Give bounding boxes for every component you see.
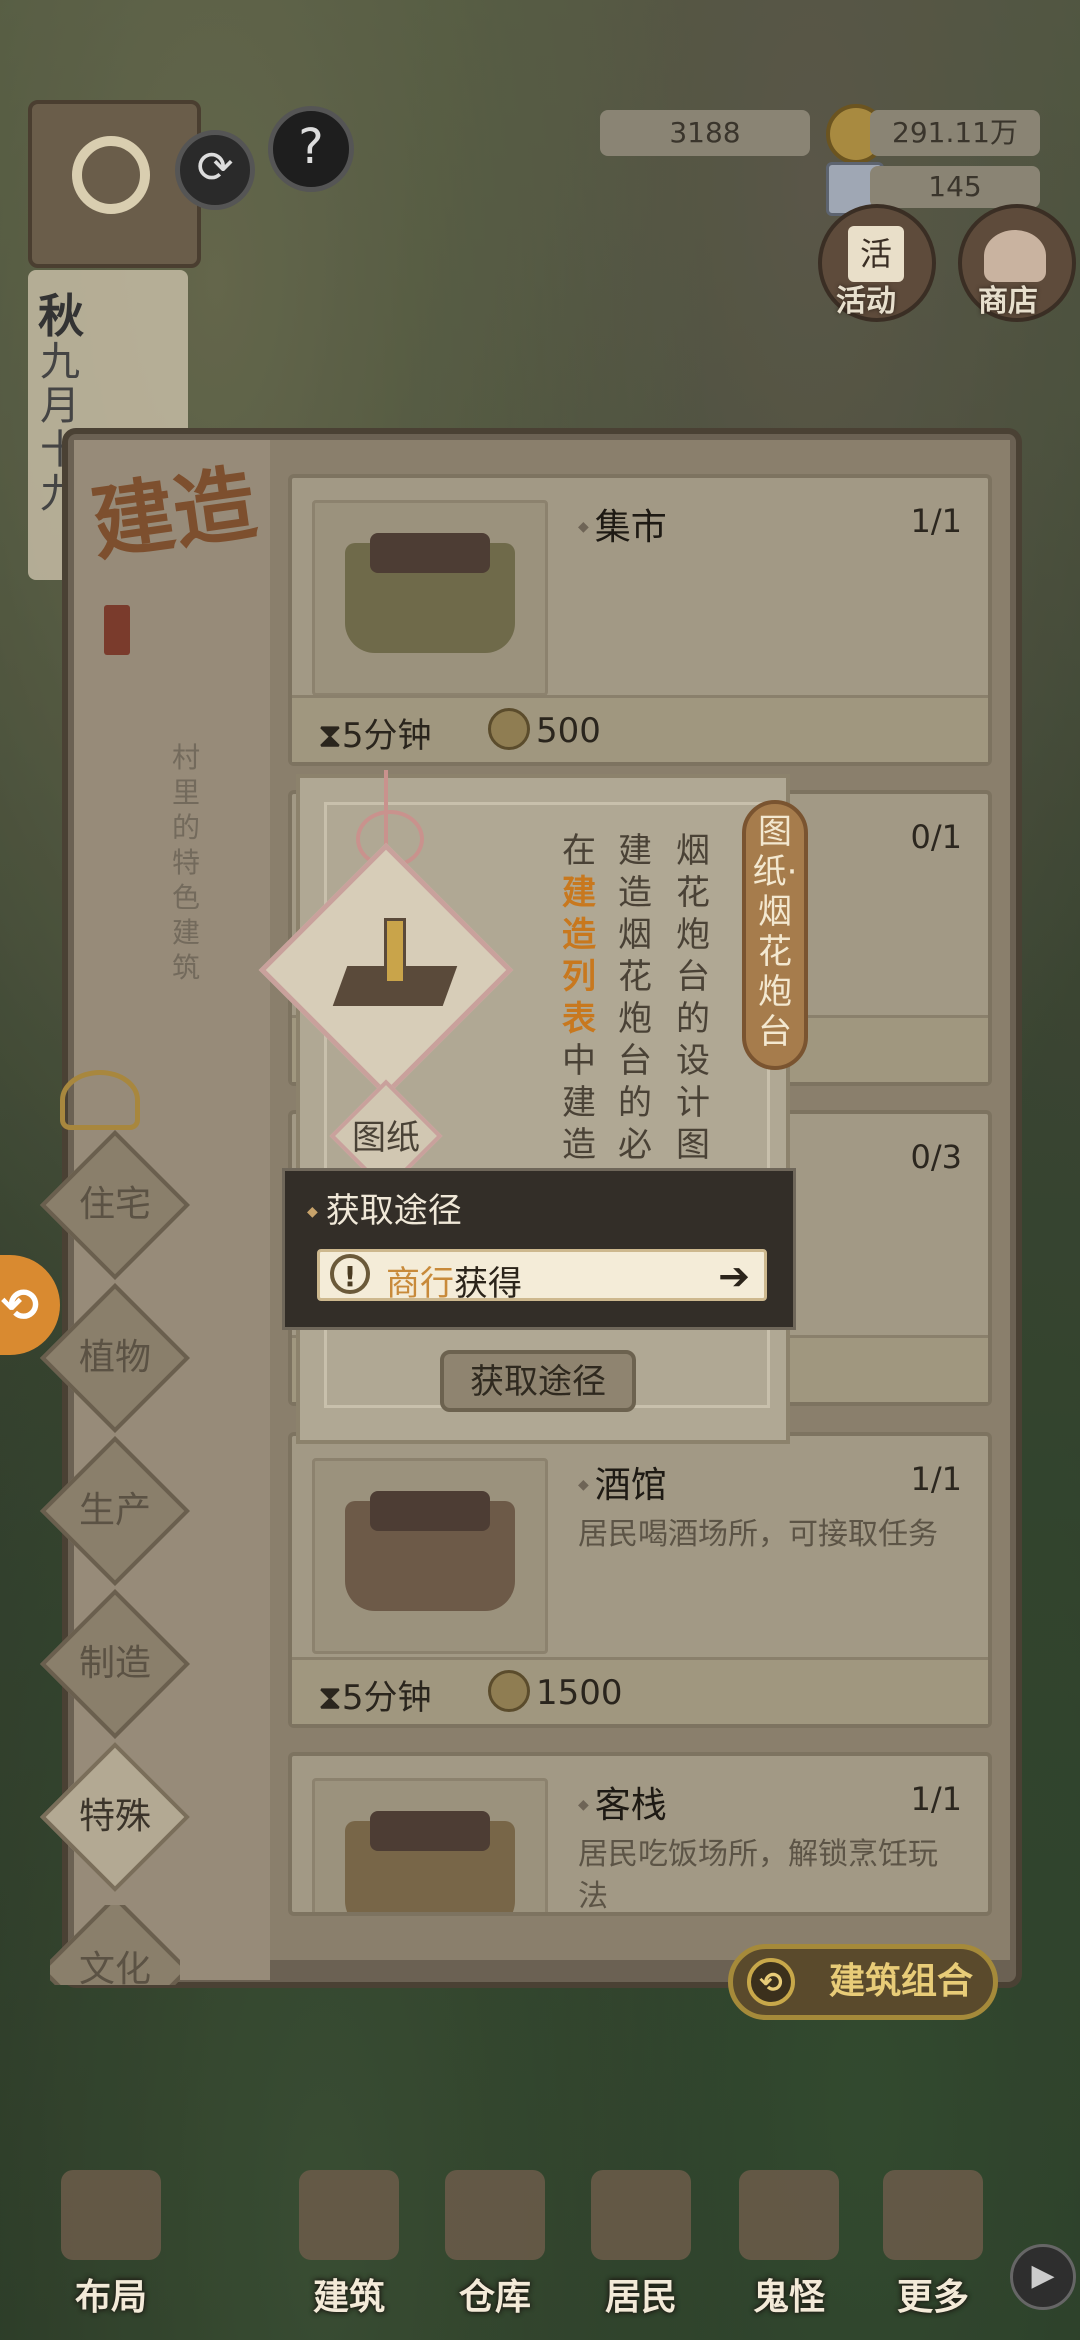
building-thumbnail [312, 500, 548, 696]
building-combo-button[interactable]: ⟲ 建筑组合 [728, 1944, 998, 2020]
refresh-icon[interactable]: ⟳ [175, 130, 255, 210]
build-icon [299, 2170, 399, 2260]
building-combo-label: 建筑组合 [828, 1961, 973, 2002]
build-cost: 1500 [488, 1670, 623, 1713]
acquire-title: 获取途径 [307, 1183, 462, 1232]
build-time: ⧗5分钟 [318, 1678, 432, 1718]
category-tab-production[interactable]: 生产 [40, 1436, 190, 1586]
coin-counter: 291.11万 [870, 110, 1040, 156]
item-name-tag: 图纸·烟花炮台 [742, 800, 808, 1070]
source-action: 获得 [454, 1264, 522, 1304]
building-count: 1/1 [910, 1460, 963, 1498]
building-thumbnail [312, 1458, 548, 1654]
bottom-navigation: 布局 建筑 仓库 居民 鬼怪 更多 ▶ [0, 2130, 1080, 2340]
acquire-source-box: 获取途径 ! 商行 获得 ➔ [282, 1168, 796, 1330]
help-icon[interactable]: ? [268, 106, 354, 192]
building-count: 1/1 [910, 1780, 963, 1818]
warehouse-icon [445, 2170, 545, 2260]
activity-icon: 活 [848, 226, 904, 282]
card-footer: ⧗5分钟 500 [292, 695, 988, 762]
building-description: 居民吃饭场所，解锁烹饪玩法 [578, 1837, 938, 1914]
build-cost: 500 [488, 708, 601, 751]
acquire-source-shop[interactable]: ! 商行 获得 ➔ [317, 1249, 767, 1304]
card-footer: ⧗5分钟 1500 [292, 1657, 988, 1724]
hourglass-icon: ⧗ [318, 1678, 342, 1718]
source-name: 商行 [386, 1264, 454, 1304]
weather-box[interactable] [28, 100, 201, 268]
building-thumbnail [312, 1778, 548, 1912]
ingot-counter: 145 [870, 166, 1040, 208]
tooltip-desc-line3: 在建造列表中建造消耗此 [562, 831, 596, 1170]
category-tab-residence[interactable]: 住宅 [40, 1130, 190, 1280]
category-tab-plants[interactable]: 植物 [40, 1283, 190, 1433]
building-name: 客栈 [578, 1776, 667, 1828]
build-time: ⧗5分钟 [318, 716, 432, 756]
resource-counter-1: 3188 [600, 110, 810, 156]
shop-bag-icon [984, 230, 1046, 282]
season-label: 秋 [38, 289, 84, 343]
building-card-market[interactable]: 集市 1/1 ⧗5分钟 500 [288, 474, 992, 766]
coin-icon [488, 1670, 530, 1712]
coin-icon [488, 708, 530, 750]
nav-more[interactable]: 更多 [868, 2170, 998, 2320]
shop-label: 商店 [978, 284, 1038, 319]
layout-icon [61, 2170, 161, 2260]
firework-cannon-icon [330, 910, 460, 1020]
nav-warehouse[interactable]: 仓库 [430, 2170, 560, 2320]
activity-label: 活动 [836, 284, 896, 319]
building-card-tavern[interactable]: 酒馆 1/1 居民喝酒场所，可接取任务 ⧗5分钟 1500 [288, 1432, 992, 1728]
sun-icon [72, 136, 150, 214]
acquire-button[interactable]: 获取途径 [440, 1350, 636, 1412]
ghost-icon [739, 2170, 839, 2260]
nav-residents[interactable]: 居民 [576, 2170, 706, 2320]
arrow-right-icon: ➔ [718, 1254, 750, 1298]
nav-ghosts[interactable]: 鬼怪 [724, 2170, 854, 2320]
nav-build[interactable]: 建筑 [284, 2170, 414, 2320]
building-count: 0/1 [910, 818, 963, 856]
knot-ornament-icon [60, 1070, 140, 1130]
building-count: 0/3 [910, 1138, 963, 1176]
panel-subtitle: 村里的特色建筑 [172, 741, 201, 984]
building-count: 1/1 [910, 502, 963, 540]
category-tab-crafting[interactable]: 制造 [40, 1589, 190, 1739]
hourglass-icon: ⧗ [318, 716, 342, 756]
residents-icon [591, 2170, 691, 2260]
nav-next-icon[interactable]: ▶ [1010, 2244, 1076, 2310]
building-card-inn[interactable]: 客栈 1/1 居民吃饭场所，解锁烹饪玩法 [288, 1752, 992, 1916]
combo-swap-icon: ⟲ [747, 1958, 795, 2006]
building-description: 居民喝酒场所，可接取任务 [578, 1517, 938, 1552]
category-tab-special[interactable]: 特殊 [40, 1742, 190, 1892]
red-seal-stamp [104, 605, 130, 655]
more-icon [883, 2170, 983, 2260]
building-name: 集市 [578, 498, 667, 550]
category-tab-culture[interactable]: 文化 [50, 1905, 180, 1985]
building-name: 酒馆 [578, 1456, 667, 1508]
exclamation-icon: ! [330, 1254, 370, 1294]
tooltip-desc-line1: 烟花炮台的设计图纸 [676, 831, 710, 1207]
nav-layout[interactable]: 布局 [46, 2170, 176, 2320]
